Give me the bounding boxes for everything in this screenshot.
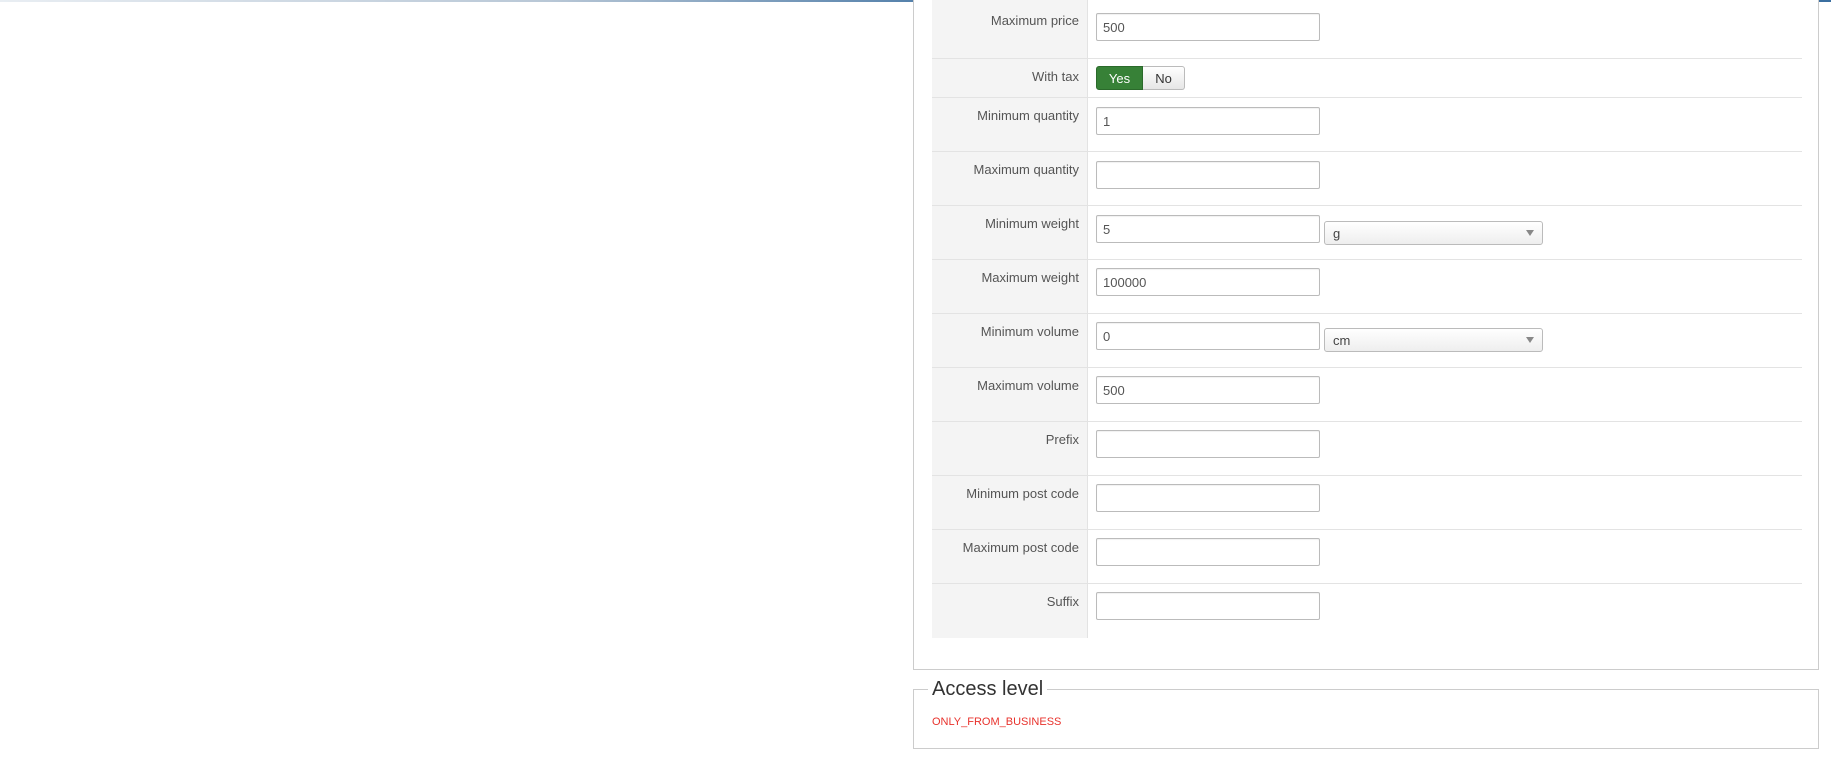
minimum-weight-input[interactable]: [1096, 215, 1320, 243]
label-maximum-quantity: Maximum quantity: [932, 152, 1088, 205]
maximum-post-code-input[interactable]: [1096, 538, 1320, 566]
label-minimum-quantity: Minimum quantity: [932, 98, 1088, 151]
label-maximum-volume: Maximum volume: [932, 368, 1088, 421]
row-suffix: Suffix: [932, 584, 1802, 638]
row-maximum-volume: Maximum volume: [932, 368, 1802, 422]
minimum-post-code-input[interactable]: [1096, 484, 1320, 512]
weight-unit-select[interactable]: g: [1324, 221, 1543, 245]
minimum-volume-input[interactable]: [1096, 322, 1320, 350]
minimum-quantity-input[interactable]: [1096, 107, 1320, 135]
row-minimum-weight: Minimum weight g: [932, 206, 1802, 260]
restrictions-panel: Maximum price With tax Yes No Minimum qu…: [913, 0, 1819, 670]
with-tax-yes-button[interactable]: Yes: [1096, 66, 1143, 90]
suffix-input[interactable]: [1096, 592, 1320, 620]
label-suffix: Suffix: [932, 584, 1088, 638]
row-maximum-quantity: Maximum quantity: [932, 152, 1802, 206]
label-prefix: Prefix: [932, 422, 1088, 475]
weight-unit-value: g: [1333, 226, 1341, 241]
row-maximum-post-code: Maximum post code: [932, 530, 1802, 584]
with-tax-toggle: Yes No: [1096, 66, 1185, 90]
access-level-legend: Access level: [928, 678, 1048, 701]
label-maximum-price: Maximum price: [932, 0, 1088, 58]
label-maximum-post-code: Maximum post code: [932, 530, 1088, 583]
maximum-price-input[interactable]: [1096, 13, 1320, 41]
label-with-tax: With tax: [932, 59, 1088, 97]
volume-unit-select[interactable]: cm: [1324, 328, 1543, 352]
prefix-input[interactable]: [1096, 430, 1320, 458]
restrictions-table: Maximum price With tax Yes No Minimum qu…: [932, 0, 1802, 638]
volume-unit-value: cm: [1333, 333, 1351, 348]
row-maximum-weight: Maximum weight: [932, 260, 1802, 314]
maximum-weight-input[interactable]: [1096, 268, 1320, 296]
row-minimum-quantity: Minimum quantity: [932, 98, 1802, 152]
label-minimum-post-code: Minimum post code: [932, 476, 1088, 529]
with-tax-no-button[interactable]: No: [1143, 66, 1185, 90]
chevron-down-icon: [1526, 230, 1534, 236]
label-maximum-weight: Maximum weight: [932, 260, 1088, 313]
maximum-volume-input[interactable]: [1096, 376, 1320, 404]
row-prefix: Prefix: [932, 422, 1802, 476]
access-level-fieldset: Access level ONLY_FROM_BUSINESS: [913, 678, 1819, 749]
row-with-tax: With tax Yes No: [932, 59, 1802, 98]
row-minimum-post-code: Minimum post code: [932, 476, 1802, 530]
access-level-restriction: ONLY_FROM_BUSINESS: [932, 716, 1062, 728]
label-minimum-volume: Minimum volume: [932, 314, 1088, 367]
chevron-down-icon: [1526, 337, 1534, 343]
row-minimum-volume: Minimum volume cm: [932, 314, 1802, 368]
maximum-quantity-input[interactable]: [1096, 161, 1320, 189]
label-minimum-weight: Minimum weight: [932, 206, 1088, 259]
row-maximum-price: Maximum price: [932, 0, 1802, 59]
